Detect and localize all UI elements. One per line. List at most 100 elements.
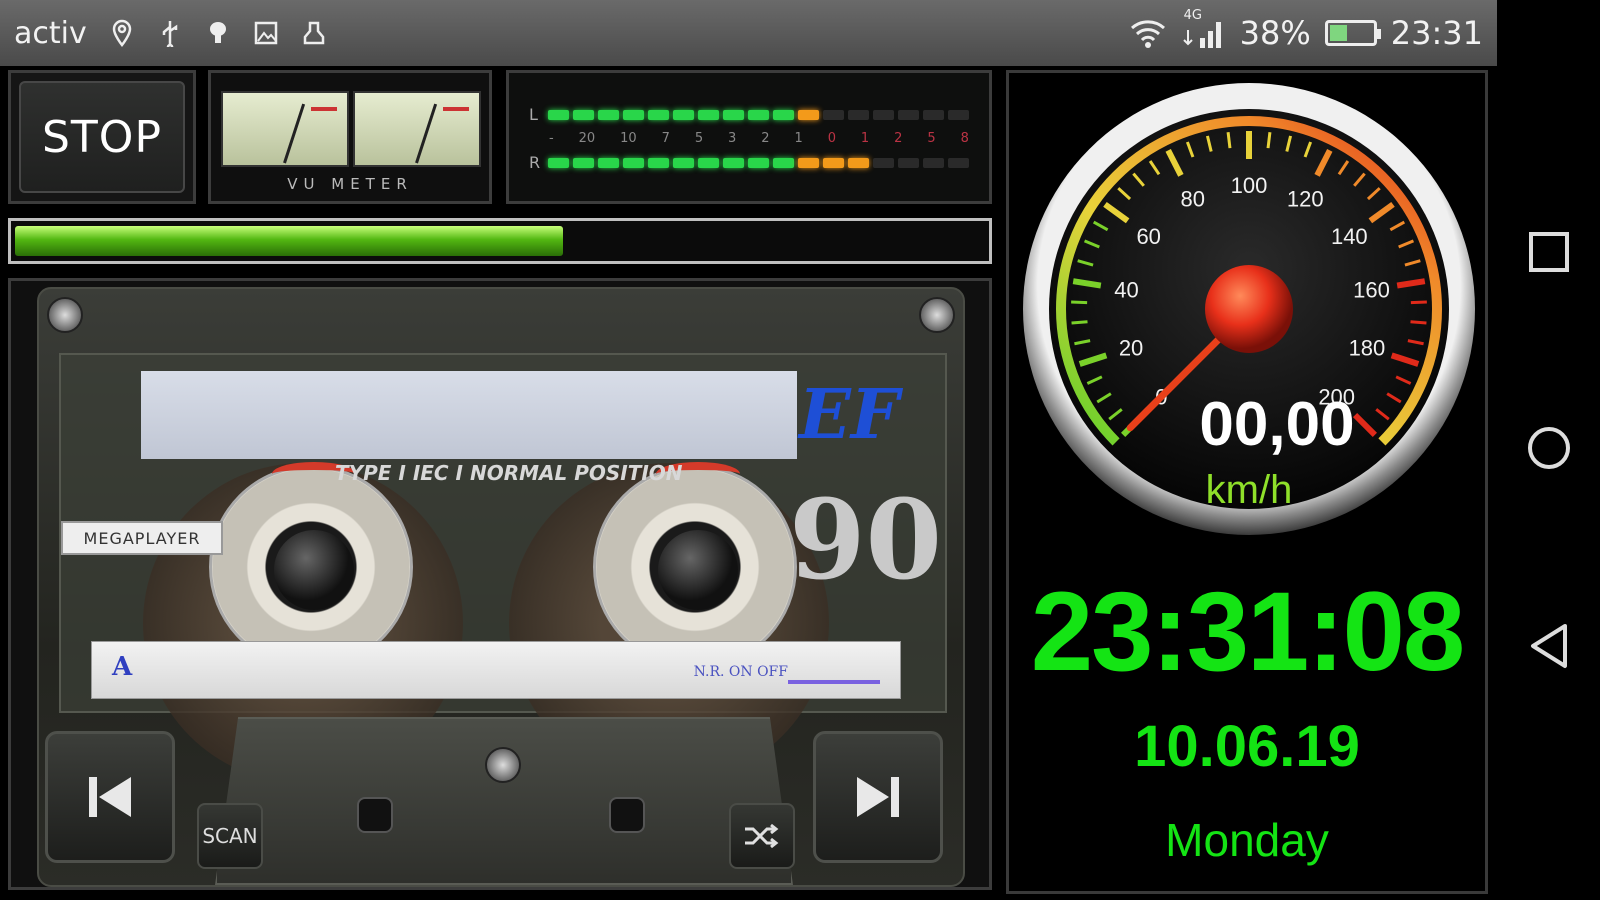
clock-date: 10.06.19	[1134, 714, 1360, 779]
speed-tick-label: 160	[1353, 278, 1390, 303]
speed-unit: km/h	[1206, 468, 1293, 512]
speed-tick-label: 140	[1331, 224, 1368, 249]
scale-tick-label: 3	[728, 131, 737, 146]
clock-time: 23:31:08	[1030, 569, 1465, 694]
guide-hole-2	[609, 797, 645, 833]
level-meter-left-row: L	[529, 105, 969, 124]
scale-tick-label: 20	[578, 131, 596, 146]
level-left-segment	[848, 109, 869, 120]
speed-tick-label: 120	[1287, 187, 1324, 212]
cassette-frame: EF TYPE I IEC I NORMAL POSITION 90 MEGAP…	[8, 278, 992, 890]
clock-day: Monday	[1165, 814, 1329, 866]
speed-tick-label: 40	[1114, 278, 1138, 303]
speed-tick	[1410, 320, 1427, 325]
guide-hole-1	[357, 797, 393, 833]
level-left-segment	[598, 109, 619, 120]
network-type-label: 4G	[1183, 8, 1203, 23]
speed-tick-label: 60	[1136, 224, 1160, 249]
cassette: EF TYPE I IEC I NORMAL POSITION 90 MEGAP…	[37, 287, 965, 887]
reel-right	[593, 462, 797, 669]
level-right-segment	[698, 157, 719, 168]
vu-meter: VU METER	[208, 70, 492, 204]
level-right-segment	[873, 157, 894, 168]
scale-tick-label: 5	[927, 131, 936, 146]
level-right-segment	[923, 157, 944, 168]
level-left-segment	[923, 109, 944, 120]
tape-length: 90	[789, 475, 943, 604]
scale-tick-label: 7	[661, 131, 670, 146]
dashboard-panel: 020406080100120140160180200 00,00 km/h 2…	[1006, 70, 1488, 894]
level-right-segment	[798, 157, 819, 168]
battery-percent: 38%	[1239, 14, 1311, 52]
vu-dial-left	[221, 91, 349, 167]
level-right-segment	[748, 157, 769, 168]
tape-type-text: TYPE I IEC I NORMAL POSITION	[335, 461, 683, 485]
scale-tick-label: 10	[620, 131, 637, 146]
noise-reduction-line	[788, 680, 880, 684]
cassette-brand-logo: EF	[799, 375, 900, 455]
level-right-segment	[673, 157, 694, 168]
scale-tick-label: -	[549, 131, 554, 146]
scale-tick-label: 5	[694, 131, 704, 146]
cleaning-icon	[303, 21, 324, 45]
speed-tick-label: 180	[1349, 335, 1386, 360]
next-button[interactable]	[813, 731, 943, 863]
level-left-segment	[748, 109, 769, 120]
level-left-segment	[623, 109, 644, 120]
level-left-segment	[673, 109, 694, 120]
speed-tick	[1071, 320, 1088, 325]
speedometer: 020406080100120140160180200 00,00 km/h	[1023, 83, 1475, 535]
home-icon[interactable]	[1525, 424, 1573, 472]
carrier-label: activ	[14, 15, 87, 51]
speed-tick-label: 20	[1119, 335, 1143, 360]
speed-tick	[1266, 132, 1272, 149]
scale-tick-label: 8	[960, 131, 969, 146]
level-meter: L -20 10 7 5 3 2 1 0 1 2 5 8 R	[506, 70, 992, 204]
level-meter-scale: -20 10 7 5 3 2 1 0 1 2 5 8	[549, 131, 969, 146]
level-left-segment	[823, 109, 844, 120]
level-right-segment	[648, 157, 669, 168]
speed-tick-label: 100	[1231, 173, 1268, 198]
scale-tick-label: 1	[860, 131, 870, 146]
level-right-segment	[623, 157, 644, 168]
speed-readout: 00,00	[1199, 390, 1354, 459]
status-time: 23:31	[1390, 14, 1483, 52]
screw-top-left	[47, 297, 83, 333]
level-right-segment	[548, 157, 569, 168]
level-left-segment	[648, 109, 669, 120]
level-right-segment	[848, 157, 869, 168]
scale-tick-label: 0	[827, 131, 836, 146]
stop-button[interactable]: STOP	[19, 81, 185, 193]
shuffle-icon	[745, 823, 779, 849]
level-left-segment	[898, 109, 919, 120]
level-right-segment	[898, 157, 919, 168]
battery-icon	[1324, 20, 1381, 46]
cassette-side-strip: A N.R. ON OFF	[91, 641, 901, 699]
level-left-segment	[573, 109, 594, 120]
skip-next-icon	[857, 777, 899, 817]
status-bar: activ 4G 38% 23:31	[0, 0, 1497, 66]
back-icon[interactable]	[1527, 622, 1571, 670]
level-left-segment	[773, 109, 794, 120]
location-icon	[112, 19, 131, 47]
speed-tick-label: 80	[1180, 187, 1204, 212]
screw-top-right	[919, 297, 955, 333]
speed-tick	[1410, 300, 1427, 305]
previous-button[interactable]	[45, 731, 175, 863]
track-progress-fill	[15, 226, 563, 256]
noise-reduction-text: N.R. ON OFF	[693, 664, 788, 680]
screw-bottom	[485, 747, 521, 783]
scale-tick-label: 2	[761, 131, 770, 146]
side-label: A	[112, 652, 133, 682]
level-right-segment	[823, 157, 844, 168]
stop-panel: STOP	[8, 70, 196, 204]
recents-icon[interactable]	[1527, 230, 1571, 274]
level-left-segment	[698, 109, 719, 120]
track-progress-bar[interactable]	[8, 218, 992, 264]
vu-dial-right	[353, 91, 481, 167]
level-right-segment	[723, 157, 744, 168]
level-right-segment	[598, 157, 619, 168]
shuffle-button[interactable]	[729, 803, 795, 869]
level-left-segment	[723, 109, 744, 120]
scan-button[interactable]: SCAN	[197, 803, 263, 869]
